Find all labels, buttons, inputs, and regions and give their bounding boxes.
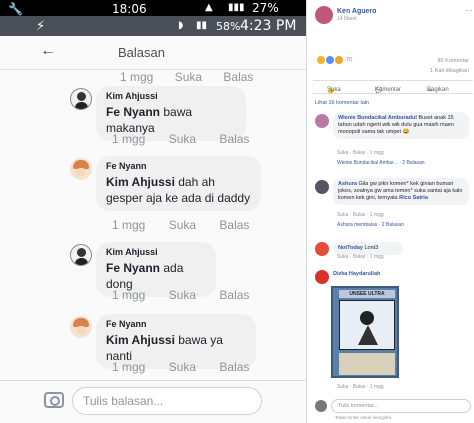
- comment-mention[interactable]: Fe Nyann: [106, 105, 160, 119]
- reaction-summary[interactable]: 70: [317, 56, 352, 64]
- comment-tag[interactable]: Rico Satria: [399, 195, 428, 201]
- comment-actions: 1 mgg Suka Balas: [112, 218, 269, 232]
- comment-bubble: Wienie Bundacikal Amburadul Buset anak 1…: [333, 112, 469, 139]
- signal-bars-icon-2: ▮▮: [196, 20, 208, 31]
- reply-link[interactable]: Balas: [223, 70, 253, 84]
- avatar[interactable]: [315, 114, 329, 128]
- comment-meta[interactable]: Suka · Balas · 1 mgg: [337, 150, 384, 156]
- back-arrow-icon[interactable]: ←: [40, 42, 56, 60]
- reply-link[interactable]: Balas: [219, 288, 249, 302]
- like-label: Suka: [327, 87, 341, 93]
- comment-author[interactable]: Kim Ahjussi: [106, 91, 236, 101]
- like-link[interactable]: Suka: [169, 218, 196, 232]
- facebook-post: Ken Aguero 14 Maret ⋯ 70 80 Komentar 1 K…: [306, 0, 474, 423]
- replies-thread: 1 mgg Suka Balas Kim Ahjussi Fe Nyann ba…: [0, 70, 306, 380]
- like-link[interactable]: Suka: [169, 360, 196, 374]
- like-icon: [326, 56, 334, 64]
- avatar[interactable]: [70, 158, 92, 180]
- comment-author[interactable]: NotToday: [338, 245, 363, 251]
- reaction-count: 70: [345, 57, 353, 64]
- comment-time: 1 mgg: [112, 132, 146, 146]
- like-link[interactable]: Suka: [169, 132, 196, 146]
- meme-card-image[interactable]: UNSEE ULTRA: [331, 286, 399, 378]
- status-time-2: 4:23 PM: [240, 18, 297, 34]
- wifi-icon: ◗: [178, 20, 184, 31]
- comment-input[interactable]: Tulis komentar...: [331, 399, 471, 413]
- comment-time: 1 mgg: [112, 288, 146, 302]
- screenshot-root: 🔧 18:06 ▲ ▮▮▮ 27% ⚡ ◗ ▮▮ 58% 4:23 PM ← B…: [0, 0, 474, 423]
- comment-mention[interactable]: Kim Ahjussi: [106, 175, 175, 189]
- comment-meta[interactable]: Suka · Balas · 1 mgg: [337, 212, 384, 218]
- reply-link[interactable]: Balas: [219, 218, 249, 232]
- status-time: 18:06: [112, 2, 147, 16]
- comment-bubble: Ashura Gila gw pikir komen* kek ginian b…: [333, 178, 469, 205]
- avatar[interactable]: [315, 6, 333, 24]
- comment-meta[interactable]: Suka · Balas · 1 mgg: [337, 384, 384, 390]
- comment-count[interactable]: 80 Komentar: [407, 56, 470, 66]
- signal-bars-icon: ▮▮▮: [228, 2, 245, 13]
- avatar[interactable]: [70, 316, 92, 338]
- more-options-icon[interactable]: ⋯: [465, 6, 473, 15]
- comment-time: 1 mgg: [112, 360, 146, 374]
- comment-author[interactable]: Dizka Haydarullah: [333, 271, 380, 277]
- reply-link[interactable]: Balas: [219, 132, 249, 146]
- wrench-icon: 🔧: [8, 2, 23, 16]
- avatar[interactable]: [315, 180, 329, 194]
- comment-actions: 1 mgg Suka Balas: [112, 132, 269, 146]
- phone-replies-screenshot: 🔧 18:06 ▲ ▮▮▮ 27% ⚡ ◗ ▮▮ 58% 4:23 PM ← B…: [0, 0, 306, 423]
- like-link[interactable]: Suka: [175, 70, 202, 84]
- comment-author[interactable]: Fe Nyann: [106, 319, 246, 329]
- post-author[interactable]: Ken Aguero: [337, 8, 376, 15]
- write-comment-bar: Tulis komentar...: [315, 398, 473, 414]
- comment-author[interactable]: Wienie Bundacikal Amburadul: [338, 115, 417, 121]
- card-text-box: [339, 353, 395, 375]
- replies-link[interactable]: Ashura membalas · 2 Balasan: [337, 222, 404, 228]
- battery-percent: 58%: [216, 20, 241, 33]
- comment-meta[interactable]: Suka · Balas · 1 mgg: [337, 254, 384, 260]
- comment-author[interactable]: Ashura: [338, 181, 357, 187]
- page-title: Balasan: [118, 45, 165, 60]
- avatar[interactable]: [315, 270, 329, 284]
- replies-header: ← Balasan: [0, 36, 306, 70]
- comment-author[interactable]: Kim Ahjussi: [106, 247, 206, 257]
- post-date[interactable]: 14 Maret: [337, 16, 357, 22]
- avatar[interactable]: [70, 88, 92, 110]
- avatar[interactable]: [315, 242, 329, 256]
- comment-time: 1 mgg: [112, 218, 146, 232]
- comment-time: 1 mgg: [120, 70, 154, 84]
- comment-mention[interactable]: Kim Ahjussi: [106, 333, 175, 347]
- view-more-comments[interactable]: Lihat 16 komentar lain: [315, 100, 369, 106]
- reply-input[interactable]: Tulis balasan...: [72, 387, 262, 415]
- comment-label: Komentar: [375, 87, 402, 93]
- camera-icon[interactable]: [44, 392, 64, 408]
- reply-link[interactable]: Balas: [219, 360, 249, 374]
- comment-author[interactable]: Fe Nyann: [106, 161, 251, 171]
- post-counts: 80 Komentar 1 Kali dibagikan: [407, 56, 469, 76]
- card-title: UNSEE ULTRA: [339, 290, 395, 298]
- comment-mention[interactable]: Fe Nyann: [106, 261, 160, 275]
- avatar: [315, 400, 327, 412]
- share-count[interactable]: 1 Kali dibagikan: [407, 66, 469, 76]
- comment-actions: 1 mgg Suka Balas: [112, 288, 269, 302]
- comment-bubble: Fe Nyann Kim Ahjussi dah ah gesper aja k…: [96, 156, 261, 211]
- like-link[interactable]: Suka: [169, 288, 196, 302]
- haha-icon: [317, 56, 325, 64]
- share-label: Bagikan: [427, 87, 449, 93]
- battery-level: 27%: [252, 1, 279, 15]
- signal-icon: ▲: [205, 2, 213, 13]
- wow-icon: [335, 56, 343, 64]
- post-actions: 👍 Suka 💬 Komentar ↪ Bagikan: [313, 80, 473, 94]
- charging-icon: ⚡: [36, 19, 46, 34]
- comment-actions: 1 mgg Suka Balas: [112, 360, 269, 374]
- card-art: [339, 300, 395, 350]
- status-bar-second: ⚡ ◗ ▮▮ 58% 4:23 PM: [0, 16, 306, 36]
- replies-link[interactable]: Wienie Bundacikal Ambur... · 2 Balasan: [337, 160, 425, 166]
- comment-meta-top: 1 mgg Suka Balas: [120, 70, 271, 84]
- reply-bar: Tulis balasan...: [0, 380, 306, 423]
- avatar[interactable]: [70, 244, 92, 266]
- enter-hint: Tekan Enter untuk mengirim.: [335, 415, 393, 420]
- comment-body: Lont3: [364, 245, 379, 251]
- comment-text: Kim Ahjussi dah ah gesper aja ke ada di …: [106, 174, 251, 206]
